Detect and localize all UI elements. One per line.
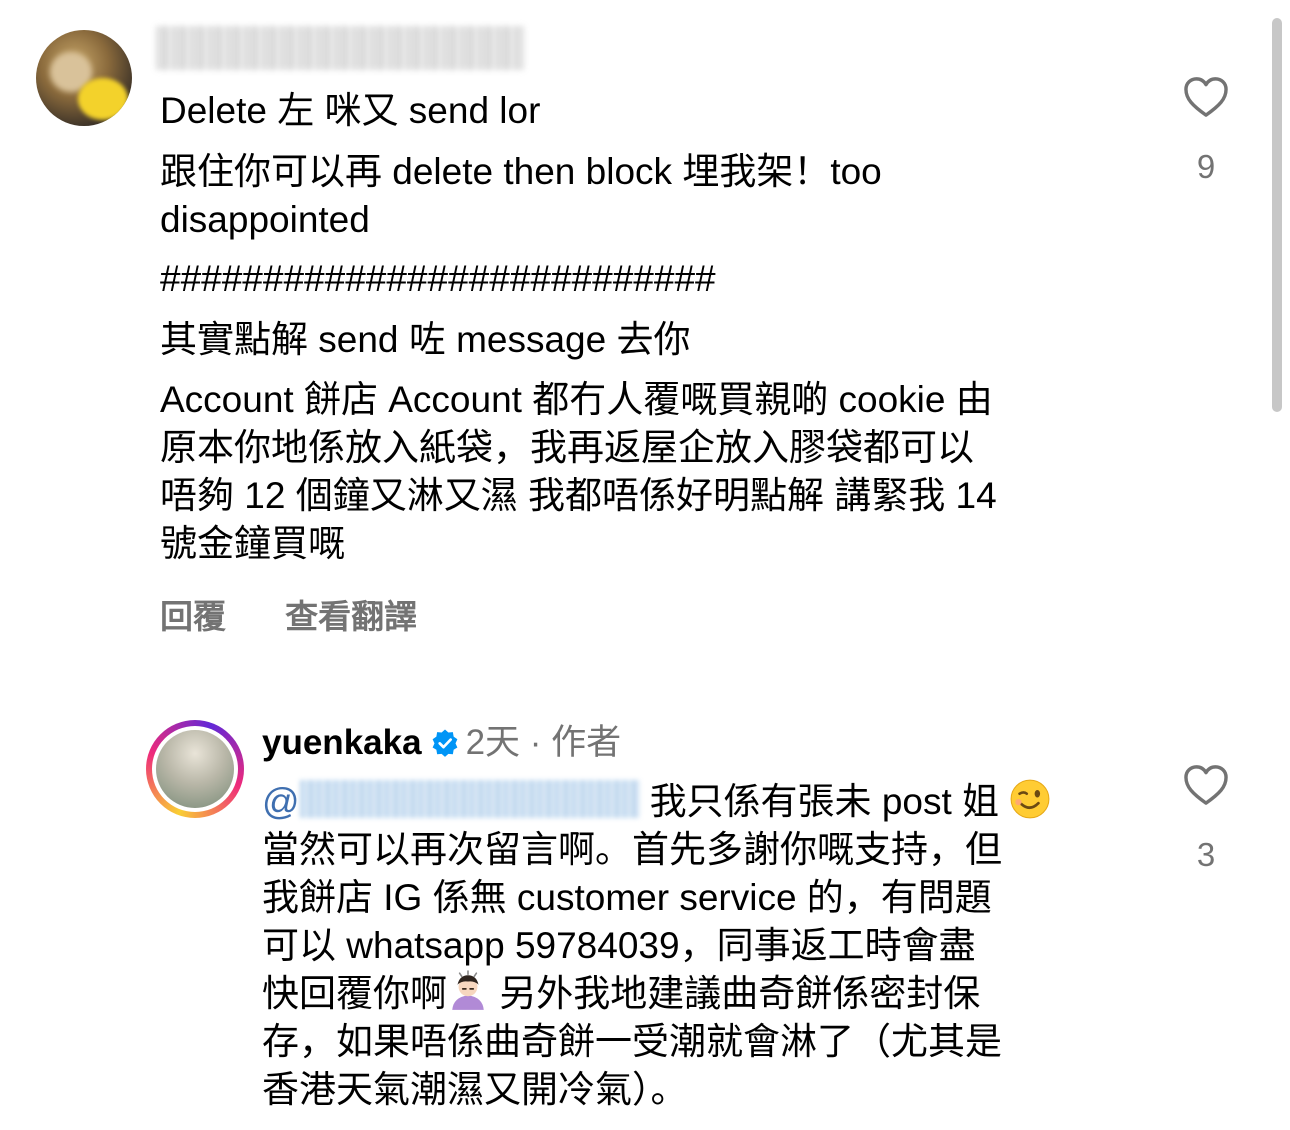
comment-line-4: 其實點解 send 咗 message 去你 — [160, 319, 691, 360]
mention-at-symbol[interactable]: @ — [262, 781, 300, 822]
reply-like-count: 3 — [1196, 836, 1216, 873]
avatar-photo — [156, 730, 234, 808]
reply-header: yuenkaka 2天 · 作者 — [262, 718, 621, 772]
reply-like-button[interactable] — [1181, 764, 1231, 806]
vertical-scrollbar[interactable] — [1272, 18, 1282, 412]
heart-outline-icon — [1184, 77, 1228, 117]
comment-line-3: ########################### — [160, 258, 716, 299]
meta-separator: · — [529, 723, 542, 762]
commenter-username-redacted[interactable] — [156, 26, 524, 70]
comment-line-1: Delete 左 咪又 send lor — [160, 90, 541, 131]
reply-body: @ 我只係有張未 post 姐 當然可以再次留言啊。首先多謝你嘅支持，但 我餅店 … — [262, 778, 1142, 1114]
author-label: 作者 — [551, 723, 622, 762]
reply-text-part-1: 我只係有張未 post 姐 — [649, 781, 1000, 822]
avatar-yellow-blur — [78, 78, 128, 120]
commenter-avatar[interactable] — [36, 30, 132, 126]
comment1-actions: 回覆 查看翻譯 — [160, 590, 467, 638]
comment1-like-count: 9 — [1196, 148, 1216, 185]
author-avatar[interactable] — [146, 720, 244, 818]
heart-outline-icon — [1184, 765, 1228, 805]
see-translation-button[interactable]: 查看翻譯 — [285, 598, 417, 635]
comment-line-2: 跟住你可以再 delete then block 埋我架！too disappo… — [160, 151, 882, 240]
winking-face-emoji — [1010, 779, 1050, 819]
author-username[interactable]: yuenkaka — [262, 723, 422, 762]
person-bowing-emoji — [452, 970, 484, 1010]
reply-button[interactable]: 回覆 — [160, 598, 226, 635]
mention-username-redacted[interactable] — [299, 780, 640, 818]
verified-badge-icon — [430, 722, 460, 772]
reply-time: 2天 — [465, 723, 521, 762]
comment1-like-button[interactable] — [1181, 76, 1231, 118]
comment-line-5: Account 餅店 Account 都冇人覆嘅買親啲 cookie 由 原本你… — [160, 379, 997, 564]
avatar-ring-gap — [152, 726, 238, 812]
